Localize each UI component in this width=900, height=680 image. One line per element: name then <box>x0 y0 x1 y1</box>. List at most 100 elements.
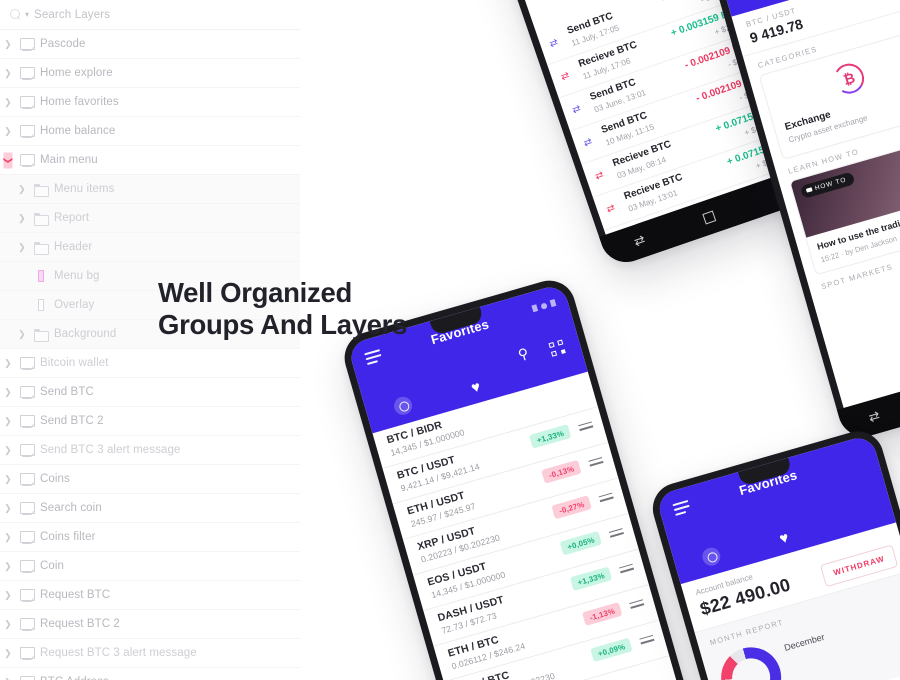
artboard-icon <box>16 37 38 51</box>
chevron-right-icon[interactable]: ❯ <box>0 503 16 513</box>
layer-label: Bitcoin wallet <box>40 357 109 369</box>
balance-screen: Favorites ♥ Account balance $22 490.00 W… <box>655 433 900 680</box>
artboard-icon <box>16 617 38 631</box>
artboard-icon <box>16 124 38 138</box>
chevron-right-icon[interactable]: ❯ <box>0 39 16 49</box>
chevron-right-icon[interactable]: ❯ <box>0 445 16 455</box>
chevron-right-icon[interactable]: ❯ <box>0 474 16 484</box>
layer-row[interactable]: ❯ Request BTC 3 alert message <box>0 639 300 668</box>
artboard-icon <box>16 530 38 544</box>
artboard-icon <box>16 588 38 602</box>
layer-row[interactable]: ❯ Send BTC 2 <box>0 407 300 436</box>
compass-icon <box>700 545 723 568</box>
chevron-right-icon[interactable]: ❯ <box>0 590 16 600</box>
transfer-arrows-icon: ⇄ <box>593 169 606 183</box>
search-icon <box>10 8 23 21</box>
folder-icon <box>30 328 52 342</box>
rectangle-icon <box>30 270 52 282</box>
layer-label: Coins filter <box>40 531 96 543</box>
layer-label: Menu items <box>54 183 115 195</box>
folder-icon <box>30 241 52 255</box>
chevron-right-icon[interactable]: ❯ <box>0 97 16 107</box>
layer-row[interactable]: ❯ Send BTC 3 alert message <box>0 436 300 465</box>
chevron-down-icon[interactable]: ▾ <box>25 10 29 19</box>
layer-row[interactable]: ❯ Bitcoin wallet <box>0 349 300 378</box>
artboard-icon <box>16 472 38 486</box>
layer-row[interactable]: ❯ Coins filter <box>0 523 300 552</box>
layer-label: Send BTC 3 alert message <box>40 444 181 456</box>
chevron-right-icon[interactable]: ❯ <box>0 619 16 629</box>
chevron-right-icon[interactable]: ❯ <box>0 416 16 426</box>
how-to-pill: HOW TO <box>799 171 856 199</box>
layer-row[interactable]: ❯ Pascode <box>0 30 300 59</box>
layer-label: Pascode <box>40 38 86 50</box>
layer-label: Menu bg <box>54 270 100 282</box>
artboard-icon <box>16 153 38 167</box>
layer-row[interactable]: ❯ Request BTC <box>0 581 300 610</box>
artboard-icon <box>16 675 38 680</box>
layer-row[interactable]: ❯ Home favorites <box>0 88 300 117</box>
artboard-icon <box>16 646 38 660</box>
transfer-arrows-icon: ⇄ <box>582 136 594 150</box>
layer-row[interactable]: ❯ Header <box>0 233 300 262</box>
folder-icon <box>30 183 52 197</box>
layer-label: Request BTC 2 <box>40 618 120 630</box>
transfer-arrows-icon: ⇄ <box>548 37 560 51</box>
nav-swap-icon[interactable]: ⇄ <box>867 408 882 426</box>
phone-balance: Favorites ♥ Account balance $22 490.00 W… <box>646 425 900 680</box>
layer-label: Search coin <box>40 502 102 514</box>
layer-row[interactable]: ❯ Request BTC 2 <box>0 610 300 639</box>
layer-label: Report <box>54 212 90 224</box>
chevron-right-icon[interactable]: ❯ <box>14 213 30 223</box>
layer-label: Header <box>54 241 93 253</box>
layer-label: Home favorites <box>40 96 119 108</box>
layer-label: Send BTC 2 <box>40 415 104 427</box>
layer-row[interactable]: ❯ Coins <box>0 465 300 494</box>
chevron-down-icon[interactable]: ❯ <box>3 152 14 168</box>
nav-swap-icon[interactable]: ⇄ <box>632 232 648 251</box>
chevron-right-icon[interactable]: ❯ <box>14 329 30 339</box>
artboard-icon <box>16 443 38 457</box>
transfer-arrows-icon: ⇄ <box>559 70 572 84</box>
layer-label: Home balance <box>40 125 116 137</box>
layer-row[interactable]: ❯ Coin <box>0 552 300 581</box>
chevron-right-icon[interactable]: ❯ <box>14 242 30 252</box>
chevron-right-icon[interactable]: ❯ <box>0 561 16 571</box>
chevron-right-icon[interactable]: ❯ <box>14 184 30 194</box>
layer-row[interactable]: ❯ Home balance <box>0 117 300 146</box>
layer-label: Coin <box>40 560 65 572</box>
layer-label: Send BTC <box>40 386 94 398</box>
bitcoin-exchange-icon: ₿ <box>830 60 868 98</box>
layer-row[interactable]: ❯ Search coin <box>0 494 300 523</box>
compass-icon <box>392 394 415 417</box>
folder-icon <box>30 212 52 226</box>
layer-label: Overlay <box>54 299 95 311</box>
chevron-right-icon[interactable]: ❯ <box>0 358 16 368</box>
layer-list[interactable]: ❯ Pascode ❯ Home explore ❯ Home favorites ❯ Hom… <box>0 30 300 680</box>
layer-label: BTC Address <box>38 676 109 680</box>
layer-label: Request BTC <box>40 589 111 601</box>
layer-row[interactable]: ❯ Report <box>0 204 300 233</box>
artboard-icon <box>16 385 38 399</box>
layer-label: Background <box>54 328 117 340</box>
layer-row[interactable]: ❯ Send BTC <box>0 378 300 407</box>
favorites-screen: Favorites ⚲ ♥ BTC / BIDR 14,345 / $1.0000… <box>347 283 691 680</box>
transfer-arrows-icon: ⇄ <box>570 103 583 117</box>
layer-row[interactable]: ❯ Main menu <box>0 146 300 175</box>
search-layers-row[interactable]: ▾ Search Layers <box>0 0 300 30</box>
chevron-right-icon[interactable]: ❯ <box>0 126 16 136</box>
artboard-icon <box>16 66 38 80</box>
page-title: Well Organized Groups And Layers <box>158 277 408 341</box>
chevron-right-icon[interactable]: ❯ <box>0 387 16 397</box>
layer-row[interactable]: ❯ Home explore <box>0 59 300 88</box>
layer-row[interactable]: ❯BTC Address <box>0 668 300 680</box>
chevron-right-icon[interactable]: ❯ <box>0 68 16 78</box>
chevron-right-icon[interactable]: ❯ <box>0 532 16 542</box>
layer-row[interactable]: ❯ Menu items <box>0 175 300 204</box>
artboard-icon <box>16 414 38 428</box>
search-input[interactable]: Search Layers <box>34 9 110 21</box>
layer-label: Request BTC 3 alert message <box>40 647 197 659</box>
chevron-right-icon[interactable]: ❯ <box>0 648 16 658</box>
nav-home-icon[interactable] <box>702 209 717 224</box>
artboard-icon <box>16 95 38 109</box>
